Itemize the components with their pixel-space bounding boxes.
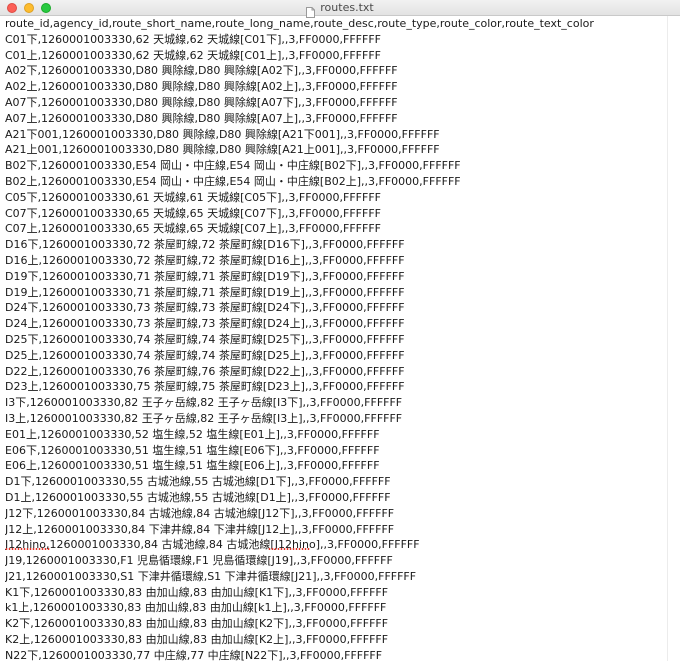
text-line: D22上,1260001003330,76 茶屋町線,76 茶屋町線[D22上]… (5, 364, 405, 378)
text-line: D24下,1260001003330,73 茶屋町線,73 茶屋町線[D24下]… (5, 301, 405, 315)
text-line: A21下001,1260001003330,D80 興除線,D80 興除線[A2… (5, 127, 440, 141)
document-icon[interactable] (306, 3, 316, 18)
text-line: J12下,1260001003330,84 古城池線,84 古城池線[J12下]… (5, 506, 395, 520)
text-line: A21上001,1260001003330,D80 興除線,D80 興除線[A2… (5, 143, 440, 157)
text-line: D19上,1260001003330,71 茶屋町線,71 茶屋町線[D19上]… (5, 285, 405, 299)
text-line: C07上,1260001003330,65 天城線,65 天城線[C07上],,… (5, 222, 381, 236)
title-bar[interactable]: routes.txt (0, 0, 680, 18)
text-line: A07下,1260001003330,D80 興除線,D80 興除線[A07下]… (5, 95, 398, 109)
text-line: D16上,1260001003330,72 茶屋町線,72 茶屋町線[D16上]… (5, 253, 405, 267)
text-line: E01上,1260001003330,52 塩生線,52 塩生線[E01上],,… (5, 427, 380, 441)
text-line: D19下,1260001003330,71 茶屋町線,71 茶屋町線[D19下]… (5, 269, 405, 283)
text-line: C07下,1260001003330,65 天城線,65 天城線[C07下],,… (5, 206, 381, 220)
text-line: I3上,1260001003330,82 王子ヶ岳線,82 王子ヶ岳線[I3上]… (5, 411, 403, 425)
text-line: J12hino,1260001003330,84 古城池線,84 古城池線[J1… (5, 538, 420, 552)
text-line: C01下,1260001003330,62 天城線,62 天城線[C01下],,… (5, 32, 381, 46)
text-line: K2上,1260001003330,83 由加山線,83 由加山線[K2上],,… (5, 633, 389, 647)
window-title: routes.txt (320, 1, 374, 14)
spellcheck-underline-1 (5, 548, 50, 550)
text-editor-window: routes.txt route_id,agency_id,route_shor… (0, 0, 680, 661)
text-line: D1上,1260001003330,55 古城池線,55 古城池線[D1上],,… (5, 490, 391, 504)
text-line: E06上,1260001003330,51 塩生線,51 塩生線[E06上],,… (5, 459, 380, 473)
text-line: D1下,1260001003330,55 古城池線,55 古城池線[D1下],,… (5, 475, 391, 489)
text-line: K2下,1260001003330,83 由加山線,83 由加山線[K2下],,… (5, 617, 389, 631)
vertical-scrollbar[interactable] (667, 16, 680, 661)
text-line: D16下,1260001003330,72 茶屋町線,72 茶屋町線[D16下]… (5, 238, 405, 252)
text-line: J12上,1260001003330,84 下津井線,84 下津井線[J12上]… (5, 522, 395, 536)
text-line: D25上,1260001003330,74 茶屋町線,74 茶屋町線[D25上]… (5, 348, 405, 362)
document-text-area[interactable]: route_id,agency_id,route_short_name,rout… (5, 16, 667, 661)
text-line: A02下,1260001003330,D80 興除線,D80 興除線[A02下]… (5, 64, 398, 78)
text-line: I3下,1260001003330,82 王子ヶ岳線,82 王子ヶ岳線[I3下]… (5, 396, 403, 410)
text-line: A07上,1260001003330,D80 興除線,D80 興除線[A07上]… (5, 111, 398, 125)
text-line: B02上,1260001003330,E54 岡山・中庄線,E54 岡山・中庄線… (5, 174, 461, 188)
text-line: D25下,1260001003330,74 茶屋町線,74 茶屋町線[D25下]… (5, 332, 405, 346)
text-line: route_id,agency_id,route_short_name,rout… (5, 17, 594, 30)
spellcheck-underline-2 (268, 548, 310, 550)
text-line: J21,1260001003330,S1 下津井循環線,S1 下津井循環線[J2… (5, 569, 417, 583)
text-line: k1上,1260001003330,83 由加山線,83 由加山線[k1上],,… (5, 601, 387, 615)
text-line: D23上,1260001003330,75 茶屋町線,75 茶屋町線[D23上]… (5, 380, 405, 394)
text-line: E06下,1260001003330,51 塩生線,51 塩生線[E06下],,… (5, 443, 380, 457)
text-line: K1下,1260001003330,83 由加山線,83 由加山線[K1下],,… (5, 585, 389, 599)
text-line: D24上,1260001003330,73 茶屋町線,73 茶屋町線[D24上]… (5, 317, 405, 331)
text-line: A02上,1260001003330,D80 興除線,D80 興除線[A02上]… (5, 80, 398, 94)
text-line: B02下,1260001003330,E54 岡山・中庄線,E54 岡山・中庄線… (5, 159, 461, 173)
text-line: N22下,1260001003330,77 中庄線,77 中庄線[N22下],,… (5, 648, 383, 661)
window-title-area: routes.txt (0, 0, 680, 18)
text-line: J19,1260001003330,F1 児島循環線,F1 児島循環線[J19]… (5, 554, 393, 568)
text-line: C05下,1260001003330,61 天城線,61 天城線[C05下],,… (5, 190, 381, 204)
text-line: C01上,1260001003330,62 天城線,62 天城線[C01上],,… (5, 48, 381, 62)
